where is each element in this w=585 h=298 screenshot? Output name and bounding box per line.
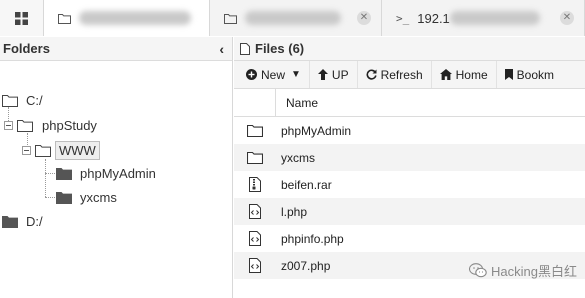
tree-connector	[45, 197, 55, 198]
tree-node-c-drive[interactable]: C:/	[2, 93, 43, 108]
redacted-text	[79, 11, 191, 25]
redacted-text	[449, 11, 540, 25]
tree-connector	[45, 173, 55, 174]
tree-node-label: D:/	[26, 214, 43, 229]
apps-menu-button[interactable]	[0, 0, 44, 36]
name-column-header[interactable]: Name	[276, 96, 318, 110]
folder-icon	[247, 124, 263, 137]
tree-node-yxcms[interactable]: yxcms	[56, 190, 117, 205]
file-row[interactable]: beifen.rar	[234, 171, 585, 198]
folder-icon	[58, 13, 71, 24]
collapse-toggle-icon[interactable]	[4, 121, 13, 130]
folders-panel: Folders ‹ C:/ phpStudy WWW phpMyAdmin yx…	[0, 37, 233, 298]
file-name: beifen.rar	[281, 177, 332, 192]
files-panel: Files (6) New ▼ UP Refresh Home Bookm Na…	[234, 37, 585, 298]
wechat-logo-icon	[469, 263, 487, 278]
collapse-toggle-icon[interactable]	[22, 146, 31, 155]
tree-node-label-selected: WWW	[55, 141, 100, 160]
terminal-icon: >_	[396, 11, 410, 25]
tab-bar: ✕ >_ 192.1 ✕	[0, 0, 585, 36]
tree-connector	[45, 159, 46, 197]
tree-node-phpmyadmin[interactable]: phpMyAdmin	[56, 166, 156, 181]
file-name: z007.php	[281, 258, 331, 273]
refresh-button[interactable]: Refresh	[358, 61, 432, 88]
file-name: yxcms	[281, 150, 315, 165]
files-title: Files (6)	[255, 41, 305, 56]
file-icon	[240, 42, 250, 55]
tree-node-label: phpMyAdmin	[80, 166, 156, 181]
tree-node-www[interactable]: WWW	[22, 141, 100, 160]
folder-icon	[2, 94, 18, 107]
home-icon	[439, 69, 452, 80]
file-name: l.php	[281, 204, 308, 219]
archive-file-icon	[249, 177, 261, 192]
tab-label: 192.1	[417, 10, 450, 26]
tab-file-manager-2[interactable]: ✕	[210, 0, 382, 36]
arrow-up-icon	[317, 69, 328, 80]
files-title-wrap: Files (6)	[240, 41, 304, 56]
refresh-button-label: Refresh	[380, 67, 423, 82]
bookmark-button-label: Bookm	[516, 67, 554, 82]
files-header: Files (6)	[234, 37, 585, 61]
file-row[interactable]: phpMyAdmin	[234, 117, 585, 144]
refresh-icon	[366, 69, 377, 80]
tree-node-label: C:/	[26, 93, 43, 108]
icon-column-header	[234, 88, 276, 117]
code-file-icon	[249, 258, 261, 273]
caret-down-icon: ▼	[291, 69, 301, 80]
watermark: Hacking黑白红	[469, 261, 577, 280]
file-name: phpMyAdmin	[281, 123, 352, 138]
folder-filled-icon	[56, 167, 72, 180]
plus-circle-icon	[246, 69, 257, 80]
file-row[interactable]: yxcms	[234, 144, 585, 171]
redacted-text	[245, 11, 341, 25]
tree-node-d-drive[interactable]: D:/	[2, 214, 43, 229]
code-file-icon	[249, 204, 261, 219]
file-row[interactable]: l.php	[234, 198, 585, 225]
bookmark-icon	[504, 69, 513, 80]
file-list: phpMyAdmin yxcms beifen.rar l.php phpinf…	[234, 117, 585, 279]
folder-filled-icon	[2, 215, 18, 228]
folder-filled-icon	[56, 191, 72, 204]
new-button[interactable]: New ▼	[238, 61, 310, 88]
folders-title: Folders	[3, 41, 50, 56]
tree-node-label: phpStudy	[42, 118, 97, 133]
close-icon[interactable]: ✕	[357, 11, 371, 25]
up-button-label: UP	[331, 67, 349, 82]
new-button-label: New	[261, 67, 286, 82]
watermark-text: Hacking黑白红	[491, 264, 577, 279]
file-row[interactable]: phpinfo.php	[234, 225, 585, 252]
folders-header: Folders ‹	[0, 37, 232, 61]
files-toolbar: New ▼ UP Refresh Home Bookm	[234, 61, 585, 89]
up-button[interactable]: UP	[310, 61, 358, 88]
folder-icon	[247, 151, 263, 164]
tab-file-manager[interactable]	[44, 0, 210, 36]
folder-icon	[35, 144, 51, 157]
grid-icon	[15, 11, 28, 25]
file-name: phpinfo.php	[281, 231, 344, 246]
home-button[interactable]: Home	[432, 61, 497, 88]
tree-node-label: yxcms	[80, 190, 117, 205]
home-button-label: Home	[455, 67, 488, 82]
code-file-icon	[249, 231, 261, 246]
folder-icon	[17, 119, 33, 132]
chevron-left-icon[interactable]: ‹	[219, 41, 224, 57]
folder-icon	[224, 13, 237, 24]
bookmark-button[interactable]: Bookm	[497, 61, 562, 88]
close-icon[interactable]: ✕	[560, 11, 574, 25]
file-list-header: Name	[234, 88, 585, 117]
tab-terminal[interactable]: >_ 192.1 ✕	[382, 0, 585, 36]
tree-node-phpstudy[interactable]: phpStudy	[4, 118, 97, 133]
